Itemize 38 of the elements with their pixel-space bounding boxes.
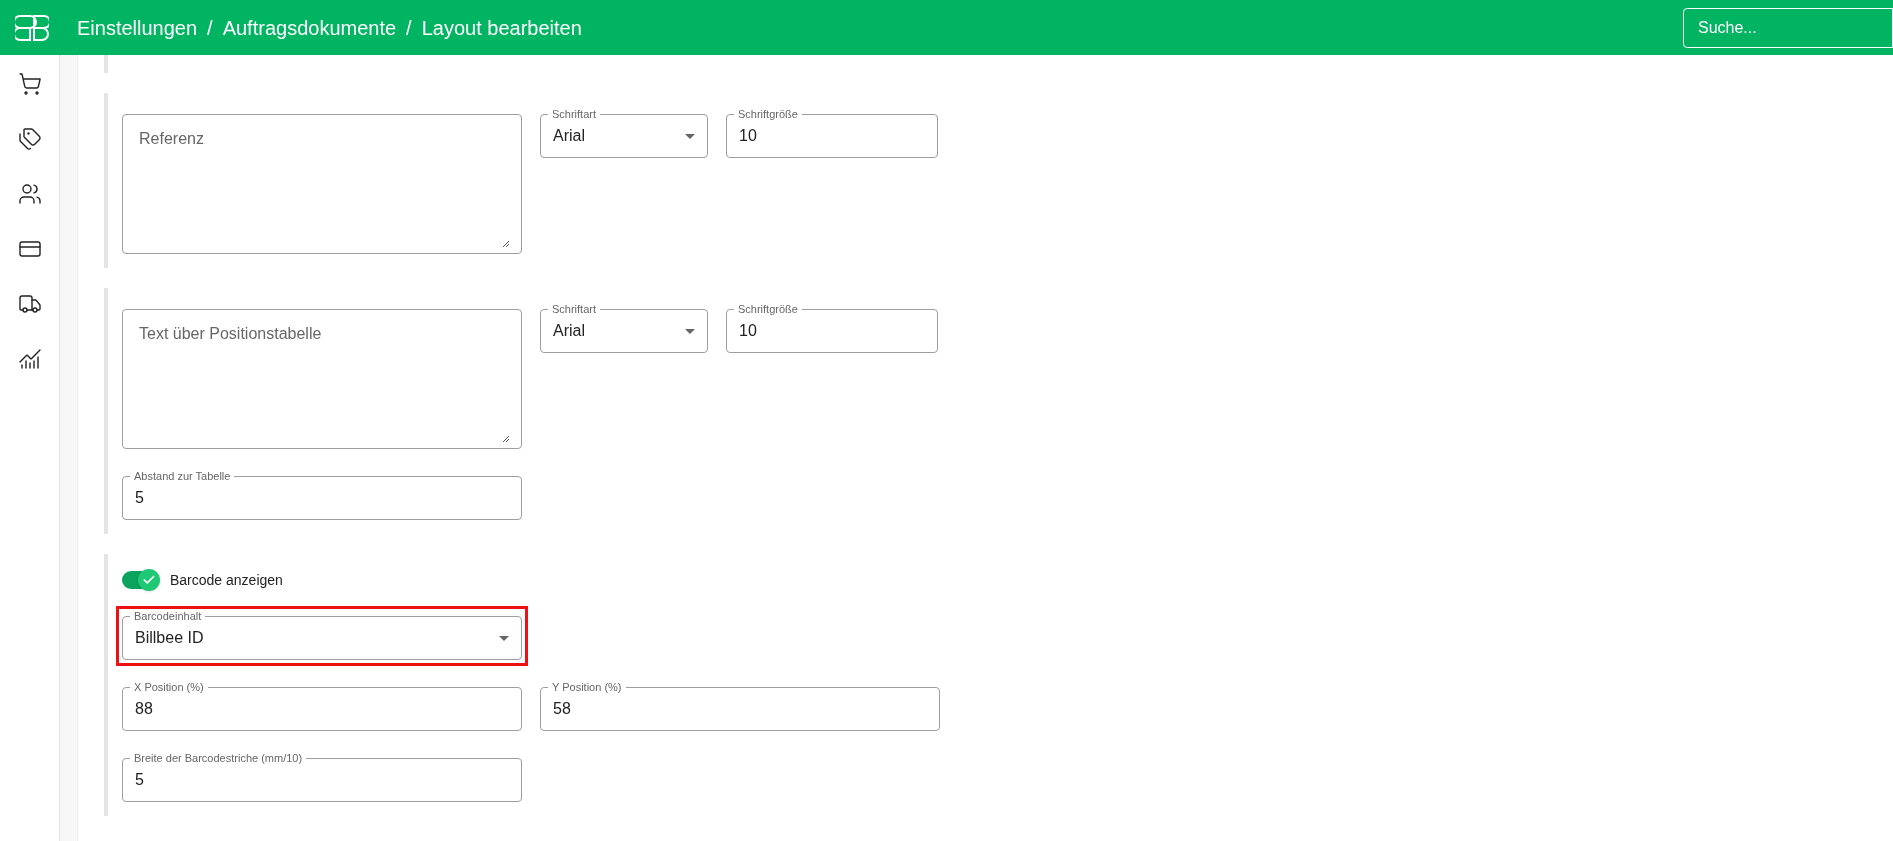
toggle-switch[interactable]	[122, 571, 158, 589]
breadcrumb-item: Layout bearbeiten	[421, 15, 582, 41]
dropdown-caret-icon	[685, 133, 695, 139]
field-label: Barcodeinhalt	[130, 609, 206, 623]
field-label: Breite der Barcodestriche (mm/10)	[130, 751, 307, 765]
field-label: Schriftart	[548, 302, 600, 316]
search-field[interactable]: Suche...	[1683, 7, 1893, 48]
resize-handle-icon	[502, 435, 510, 443]
toggle-label: Barcode anzeigen	[170, 570, 283, 590]
field-label: Schriftart	[548, 107, 600, 121]
check-icon	[142, 573, 156, 587]
dropdown-caret-icon	[499, 635, 509, 641]
text-area[interactable]: Referenz	[122, 114, 522, 254]
field-value: 5	[135, 770, 145, 790]
chart-icon[interactable]	[17, 347, 42, 371]
people-icon[interactable]	[17, 182, 42, 206]
breadcrumb-separator: /	[406, 15, 412, 41]
cart-icon[interactable]	[17, 72, 42, 96]
truck-icon[interactable]	[17, 292, 42, 316]
tag-icon[interactable]	[17, 127, 42, 151]
field-value: 10	[739, 321, 758, 341]
field-value: 10	[739, 126, 758, 146]
field-label: Abstand zur Tabelle	[130, 469, 235, 483]
field-value: Billbee ID	[135, 628, 205, 648]
logo-icon	[15, 14, 49, 41]
field-label: Y Position (%)	[548, 680, 626, 694]
resize-handle-icon	[502, 240, 510, 248]
text-area[interactable]: Text über Positionstabelle	[122, 309, 522, 449]
field-label: Schriftgröße	[734, 107, 802, 121]
field-value: 5	[135, 488, 145, 508]
field-value: Arial	[553, 321, 586, 341]
field-value: 58	[553, 699, 572, 719]
dropdown-caret-icon	[685, 328, 695, 334]
field-value: 88	[135, 699, 154, 719]
breadcrumb-separator: /	[207, 15, 213, 41]
field-value: Arial	[553, 126, 586, 146]
field-label: Schriftgröße	[734, 302, 802, 316]
field-label: X Position (%)	[130, 680, 208, 694]
